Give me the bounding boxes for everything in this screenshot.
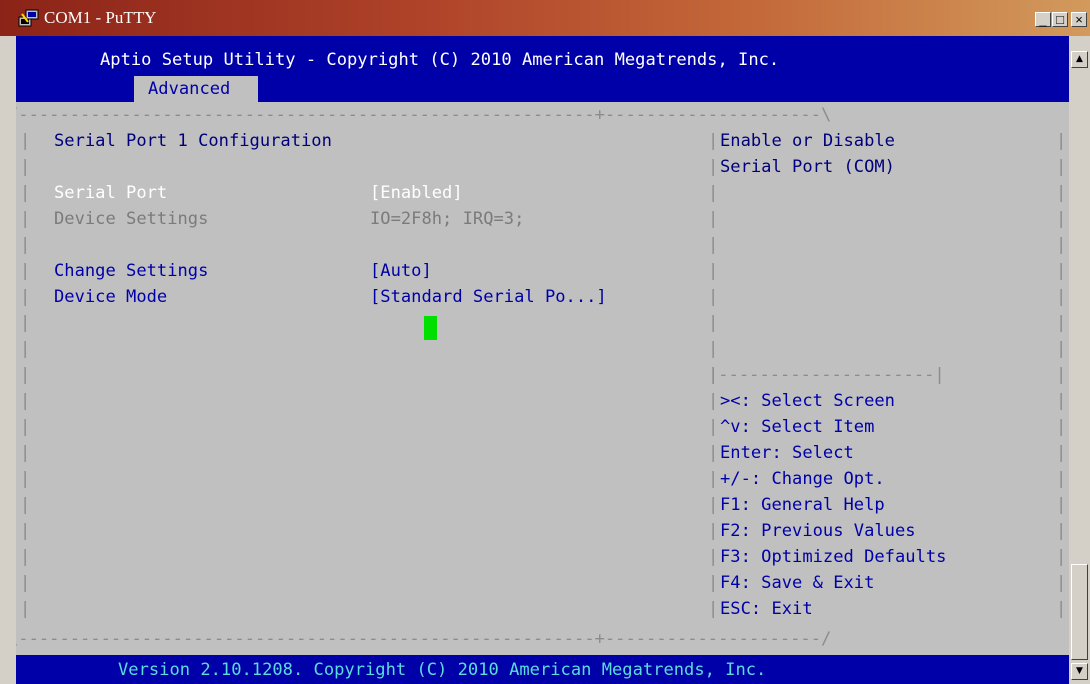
- key-help-item: Enter: Select: [720, 443, 854, 463]
- bios-header-title: Aptio Setup Utility - Copyright (C) 2010…: [100, 50, 780, 70]
- section-title: Serial Port 1 Configuration: [54, 131, 332, 151]
- putty-app-icon[interactable]: [18, 8, 40, 28]
- tab-advanced-label: Advanced: [148, 79, 231, 99]
- key-help-item: F3: Optimized Defaults: [720, 547, 947, 567]
- close-icon: ×: [1075, 12, 1083, 27]
- setting-label: Change Settings: [54, 261, 209, 281]
- setting-label: Serial Port: [54, 183, 168, 203]
- title-bar[interactable]: COM1 - PuTTY _ □ ×: [0, 0, 1090, 36]
- setting-value: IO=2F8h; IRQ=3;: [370, 209, 525, 229]
- setting-value[interactable]: [Auto]: [370, 258, 432, 284]
- setting-label: Device Mode: [54, 287, 168, 307]
- help-text-line: Serial Port (COM): [720, 157, 895, 177]
- minimize-icon: _: [1039, 12, 1047, 27]
- scroll-thumb[interactable]: [1071, 564, 1088, 660]
- setting-label: Device Settings: [54, 209, 209, 229]
- key-help-item: ><: Select Screen: [720, 391, 895, 411]
- key-help-item: F1: General Help: [720, 495, 885, 515]
- triangle-down-icon: ▼: [1076, 666, 1083, 676]
- close-button[interactable]: ×: [1071, 12, 1087, 27]
- key-help-item: +/-: Change Opt.: [720, 469, 885, 489]
- key-help-item: F4: Save & Exit: [720, 573, 875, 593]
- putty-window: COM1 - PuTTY _ □ × Aptio Setup Utility -…: [0, 0, 1090, 684]
- maximize-button[interactable]: □: [1052, 12, 1068, 27]
- frame-top-border: /---------------------------------------…: [16, 105, 832, 125]
- tab-advanced[interactable]: Advanced: [134, 76, 258, 102]
- terminal-screen[interactable]: Aptio Setup Utility - Copyright (C) 2010…: [16, 36, 1069, 684]
- key-help-item: F2: Previous Values: [720, 521, 916, 541]
- help-text-line: Enable or Disable: [720, 131, 895, 151]
- scroll-up-button[interactable]: ▲: [1071, 51, 1088, 68]
- minimize-button[interactable]: _: [1035, 12, 1051, 27]
- maximize-icon: □: [1056, 12, 1064, 27]
- scroll-down-button[interactable]: ▼: [1071, 663, 1088, 680]
- window-title: COM1 - PuTTY: [44, 8, 157, 27]
- key-help-item: ^v: Select Item: [720, 417, 875, 437]
- key-help-item: ESC: Exit: [720, 599, 813, 619]
- setting-value[interactable]: [Enabled]: [370, 180, 463, 206]
- bios-footer-version: Version 2.10.1208. Copyright (C) 2010 Am…: [118, 660, 767, 680]
- setting-value[interactable]: [Standard Serial Po...]: [370, 284, 607, 310]
- text-cursor: [424, 316, 437, 340]
- help-section-divider: |---------------------|: [708, 365, 945, 385]
- frame-bottom-border: \---------------------------------------…: [16, 629, 832, 649]
- triangle-up-icon: ▲: [1076, 54, 1083, 64]
- vertical-scrollbar[interactable]: ▲ ▼: [1069, 36, 1090, 684]
